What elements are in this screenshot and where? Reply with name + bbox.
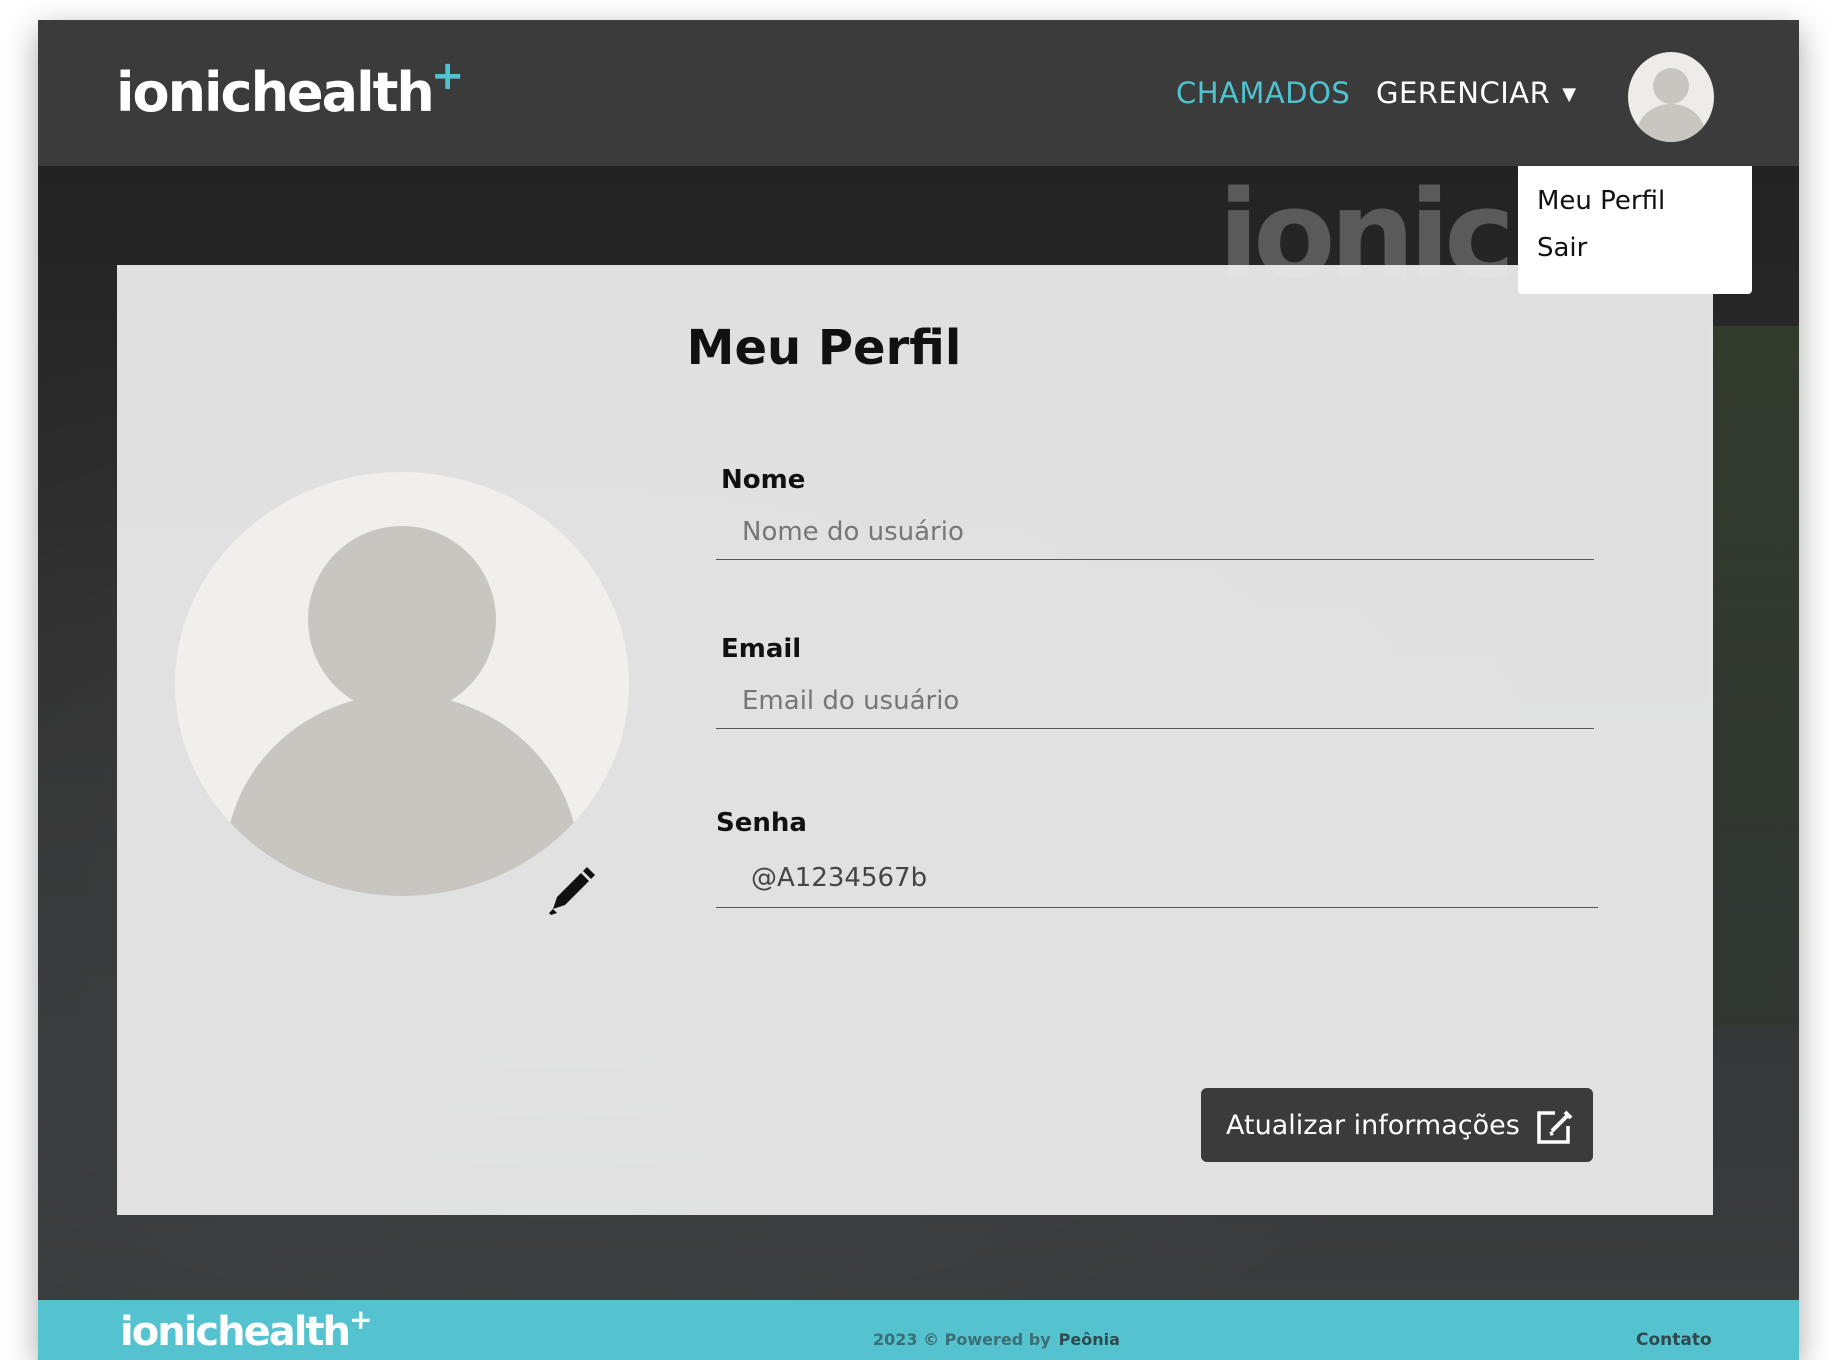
footer-contato-link[interactable]: Contato (1636, 1330, 1712, 1350)
user-avatar-button[interactable] (1628, 52, 1714, 142)
profile-avatar (175, 472, 629, 896)
dropdown-item-meu-perfil[interactable]: Meu Perfil (1537, 186, 1665, 216)
edit-square-icon (1537, 1110, 1573, 1144)
email-input[interactable] (716, 674, 1594, 729)
brand-logo[interactable]: ionichealth+ (116, 56, 464, 120)
nav-chamados-link[interactable]: CHAMADOS (1176, 76, 1350, 110)
brand-logo-plus-icon: + (430, 53, 464, 99)
nav-gerenciar-label: GERENCIAR (1376, 76, 1551, 110)
page-title: Meu Perfil (686, 320, 962, 376)
footer-copyright: 2023 © Powered by Peônia (873, 1330, 1120, 1349)
user-dropdown-menu: Meu Perfil Sair (1518, 166, 1752, 294)
copyright-text: 2023 © Powered by (873, 1330, 1051, 1349)
top-navbar: ionichealth+ CHAMADOS GERENCIAR ▼ (38, 20, 1799, 166)
brand-logo-text: ionichealth (116, 61, 435, 124)
user-avatar-icon (1637, 68, 1705, 142)
senha-input[interactable] (716, 848, 1598, 908)
chevron-down-icon: ▼ (1562, 84, 1577, 105)
avatar-head-shape (308, 526, 496, 714)
profile-card: Meu Perfil Nome Email Senha Atualizar in… (117, 265, 1713, 1215)
nav-gerenciar-menu[interactable]: GERENCIAR ▼ (1376, 76, 1577, 110)
footer-logo[interactable]: ionichealth+ (120, 1306, 373, 1355)
pencil-icon[interactable] (543, 863, 599, 919)
nome-label: Nome (721, 465, 806, 495)
footer-logo-plus-icon: + (349, 1303, 373, 1336)
footer-logo-text: ionichealth (120, 1309, 351, 1355)
email-label: Email (721, 634, 802, 664)
app-window: ionic ionichealth+ CHAMADOS GERENCIAR ▼ M… (38, 20, 1799, 1360)
dropdown-item-sair[interactable]: Sair (1537, 233, 1587, 263)
nome-input[interactable] (716, 505, 1594, 560)
avatar-body-shape (225, 694, 579, 896)
update-info-button[interactable]: Atualizar informações (1201, 1088, 1593, 1162)
footer-brand-link[interactable]: Peônia (1059, 1330, 1120, 1349)
background-plant (1709, 326, 1799, 1026)
footer: ionichealth+ 2023 © Powered by Peônia Con… (38, 1300, 1799, 1360)
senha-label: Senha (716, 808, 807, 838)
update-info-label: Atualizar informações (1226, 1109, 1520, 1141)
